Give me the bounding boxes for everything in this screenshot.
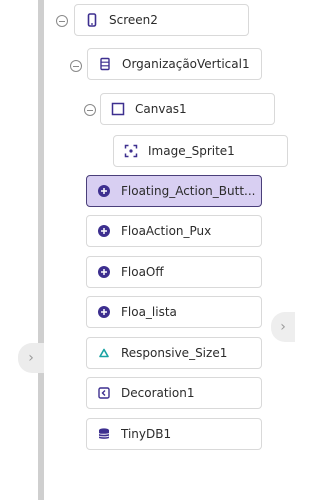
tree-item-responsive-size[interactable]: Responsive_Size1	[86, 337, 262, 369]
tree-item-decoration[interactable]: Decoration1	[86, 377, 262, 409]
collapse-toggle-screen2[interactable]	[56, 15, 68, 27]
plus-circle-icon	[97, 265, 111, 279]
tree-item-floaaction-pux[interactable]: FloaAction_Pux	[86, 215, 262, 247]
panel-divider[interactable]	[38, 0, 44, 500]
tree-item-label: Screen2	[109, 13, 158, 27]
plus-circle-icon	[97, 224, 111, 238]
tree-item-image-sprite[interactable]: Image_Sprite1	[113, 135, 288, 167]
collapse-toggle-canvas[interactable]	[84, 104, 96, 116]
tree-item-label: FloaOff	[121, 265, 164, 279]
collapse-left-button[interactable]: ›	[18, 343, 44, 373]
chevron-right-icon: ›	[280, 319, 286, 335]
tree-item-floaoff[interactable]: FloaOff	[86, 256, 262, 288]
phone-icon	[85, 13, 99, 27]
collapse-toggle-organizacao[interactable]	[70, 60, 82, 72]
triangle-icon	[97, 346, 111, 360]
database-icon	[97, 427, 111, 441]
sprite-icon	[124, 144, 138, 158]
vertical-arrangement-icon	[98, 57, 112, 71]
decoration-icon	[97, 386, 111, 400]
collapse-right-button[interactable]: ›	[271, 312, 295, 342]
tree-item-floa-lista[interactable]: Floa_lista	[86, 296, 262, 328]
tree-item-screen2[interactable]: Screen2	[74, 4, 249, 36]
tree-item-label: Canvas1	[135, 102, 187, 116]
tree-item-canvas[interactable]: Canvas1	[100, 93, 275, 125]
tree-item-label: Decoration1	[121, 386, 195, 400]
tree-item-label: Floating_Action_Butt...	[121, 184, 256, 198]
tree-item-organizacao-vertical[interactable]: OrganizaçãoVertical1	[87, 48, 262, 80]
canvas-icon	[111, 102, 125, 116]
tree-item-label: OrganizaçãoVertical1	[122, 57, 250, 71]
tree-item-label: TinyDB1	[121, 427, 172, 441]
plus-circle-icon	[97, 305, 111, 319]
tree-item-label: FloaAction_Pux	[121, 224, 212, 238]
tree-item-tinydb[interactable]: TinyDB1	[86, 418, 262, 450]
tree-item-label: Responsive_Size1	[121, 346, 228, 360]
tree-item-floating-action-button[interactable]: Floating_Action_Butt...	[86, 175, 262, 207]
chevron-right-icon: ›	[28, 350, 34, 366]
tree-item-label: Image_Sprite1	[148, 144, 235, 158]
tree-item-label: Floa_lista	[121, 305, 177, 319]
left-panel-strip	[0, 0, 38, 500]
plus-circle-icon	[97, 184, 111, 198]
